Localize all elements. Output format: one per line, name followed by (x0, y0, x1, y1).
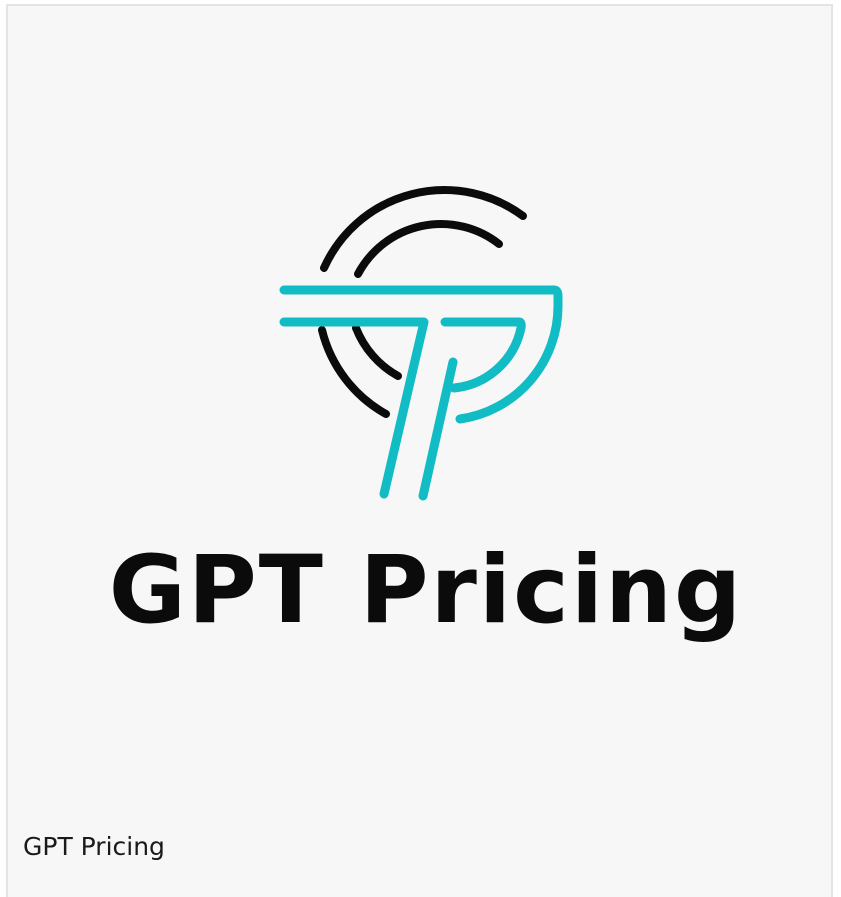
outer-arc-lower (318, 326, 390, 418)
right-stem (418, 357, 458, 501)
gpt-pricing-logo: GPT Pricing (109, 186, 744, 645)
image-card: GPT Pricing GPT Pricing (6, 4, 833, 897)
p-bowl (440, 317, 526, 393)
inner-arc-lower (352, 324, 402, 380)
inner-arc (354, 220, 503, 278)
gpt-pricing-monogram-icon (279, 186, 563, 501)
image-caption: GPT Pricing (23, 832, 165, 861)
logo-wordmark: GPT Pricing (109, 536, 744, 645)
second-bar (279, 317, 429, 499)
